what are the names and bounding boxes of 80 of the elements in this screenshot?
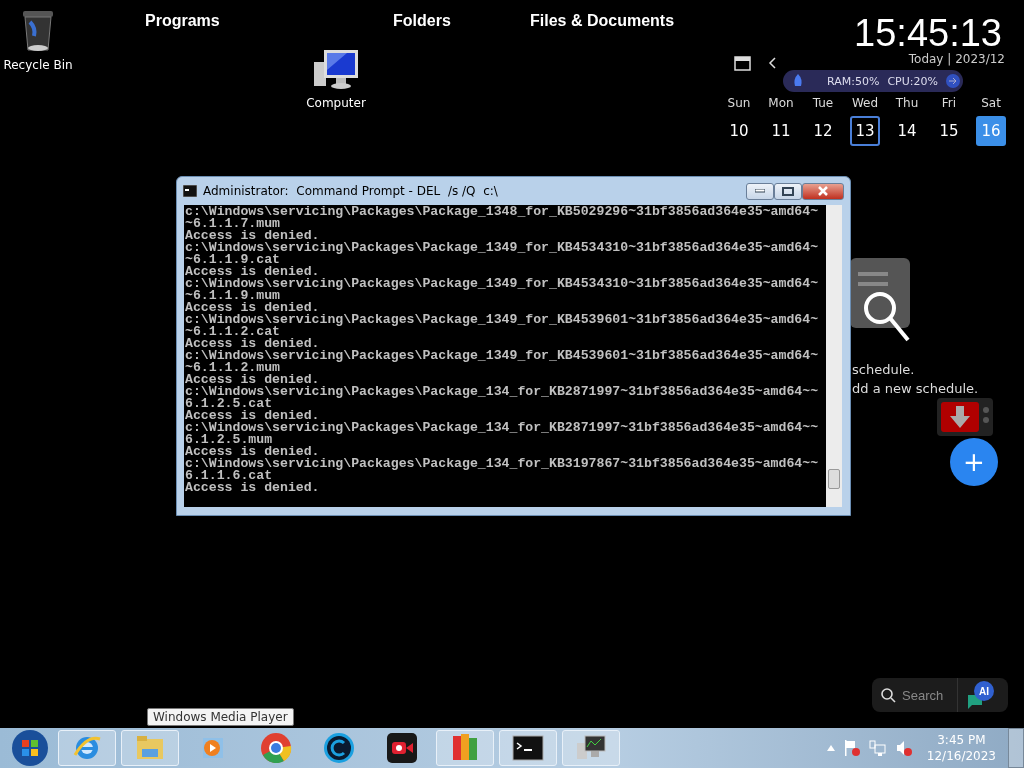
console-line: Access is denied. <box>185 230 320 242</box>
console-line: c:\Windows\servicing\Packages\Package_1349_for_KB4539601~31bf3856ad364e35~amd64~ <box>185 314 819 326</box>
search-icon <box>880 687 896 703</box>
system-monitor-pill[interactable]: RAM:50% CPU:20% <box>783 70 963 92</box>
taskbar-app[interactable] <box>562 730 620 766</box>
weekday-label: Tue <box>812 96 834 110</box>
calendar-day[interactable]: 14 <box>892 116 922 146</box>
console-line: Access is denied. <box>185 482 320 494</box>
console-line: c:\Windows\servicing\Packages\Package_1348_for_KB5029296~31bf3856ad364e35~amd64~ <box>185 206 819 218</box>
document-search-icon <box>850 258 912 344</box>
console-line: c:\Windows\servicing\Packages\Package_134_for_KB3197867~31bf3856ad364e35~amd64~~ <box>185 458 819 470</box>
launcher-tab[interactable]: Folders <box>393 12 451 30</box>
console-line: Access is denied. <box>185 446 320 458</box>
ai-assistant-button[interactable]: AI <box>966 681 996 709</box>
minimize-icon <box>755 189 765 193</box>
terminal-icon <box>512 735 544 761</box>
console-line: ~6.1.1.7.mum <box>185 218 280 230</box>
console-line: Access is denied. <box>185 266 320 278</box>
calendar-header: Today | 2023/12 <box>908 52 1005 66</box>
computer-icon[interactable] <box>312 48 360 92</box>
camera-record-icon <box>386 732 418 764</box>
scrollbar-thumb[interactable] <box>828 469 840 489</box>
rocket-icon <box>791 73 805 89</box>
weekday-label: Thu <box>895 96 919 110</box>
weekday-label: Wed <box>851 96 879 110</box>
console-line: Access is denied. <box>185 410 320 422</box>
console-line: c:\Windows\servicing\Packages\Package_1349_for_KB4534310~31bf3856ad364e35~amd64~ <box>185 278 819 290</box>
desktop-icon-label: Computer <box>306 96 366 110</box>
clock-time: 15:45:13 <box>854 12 1002 54</box>
minimize-button[interactable] <box>746 182 774 200</box>
search-field[interactable]: Search <box>872 678 958 712</box>
play-icon <box>200 735 226 761</box>
maximize-icon <box>782 186 794 196</box>
window-title: Administrator: Command Prompt - DEL /s /Q c:\ <box>203 184 499 198</box>
calendar-day[interactable]: 13 <box>850 116 880 146</box>
maximize-button[interactable] <box>774 182 802 200</box>
desktop-icon-label: Recycle Bin <box>3 58 73 72</box>
download-icon[interactable] <box>937 398 993 436</box>
weekday-label: Sun <box>727 96 751 110</box>
chrome-icon <box>260 732 292 764</box>
console-line: Access is denied. <box>185 338 320 350</box>
taskbar-app[interactable] <box>499 730 557 766</box>
calendar-day[interactable]: 15 <box>934 116 964 146</box>
weekday-label: Sat <box>981 96 1001 110</box>
speaker-muted-icon[interactable] <box>894 739 913 757</box>
close-button[interactable] <box>802 182 844 200</box>
weekday-label: Mon <box>768 96 794 110</box>
weekday-label: Fri <box>941 96 957 110</box>
schedule-hint-text: dd a new schedule. <box>852 380 979 398</box>
console-line: ~6.1.1.2.cat <box>185 326 280 338</box>
chevron-left-icon[interactable] <box>768 57 776 69</box>
console-line: c:\Windows\servicing\Packages\Package_134_for_KB2871997~31bf3856ad364e35~amd64~~ <box>185 422 819 434</box>
arrow-right-icon <box>945 74 960 88</box>
cpu-usage: CPU:20% <box>887 74 938 88</box>
calendar-day[interactable]: 10 <box>724 116 754 146</box>
console-line: ~6.1.1.9.cat <box>185 254 280 266</box>
console-line: Access is denied. <box>185 302 320 314</box>
tooltip: Windows Media Player <box>147 708 294 726</box>
calendar-day[interactable]: 11 <box>766 116 796 146</box>
console-line: ~6.1.1.9.mum <box>185 290 280 302</box>
console-line: 6.1.2.5.mum <box>185 434 273 446</box>
c-logo-icon <box>323 732 355 764</box>
schedule-hint-text: schedule. <box>852 361 915 379</box>
launcher-tab[interactable]: Files & Documents <box>530 12 675 30</box>
console-line: c:\Windows\servicing\Packages\Package_134_for_KB2871997~31bf3856ad364e35~amd64~~ <box>185 386 819 398</box>
add-button[interactable]: + <box>950 438 998 486</box>
launcher-tab[interactable]: Programs <box>145 12 220 30</box>
console-line: 6.1.2.5.cat <box>185 398 273 410</box>
console-line: Access is denied. <box>185 374 320 386</box>
trash-can-icon[interactable] <box>20 8 56 54</box>
calendar-day[interactable]: 12 <box>808 116 838 146</box>
terminal-icon <box>183 185 197 197</box>
calendar-icon[interactable] <box>734 54 752 72</box>
console-line: c:\Windows\servicing\Packages\Package_1349_for_KB4534310~31bf3856ad364e35~amd64~ <box>185 242 819 254</box>
ram-usage: RAM:50% <box>827 74 880 88</box>
console-line: ~6.1.1.2.mum <box>185 362 280 374</box>
console-line: 6.1.1.6.cat <box>185 470 273 482</box>
flag-error-icon[interactable] <box>842 739 861 757</box>
close-icon <box>817 186 829 196</box>
console-line: c:\Windows\servicing\Packages\Package_1349_for_KB4539601~31bf3856ad364e35~amd64~ <box>185 350 819 362</box>
